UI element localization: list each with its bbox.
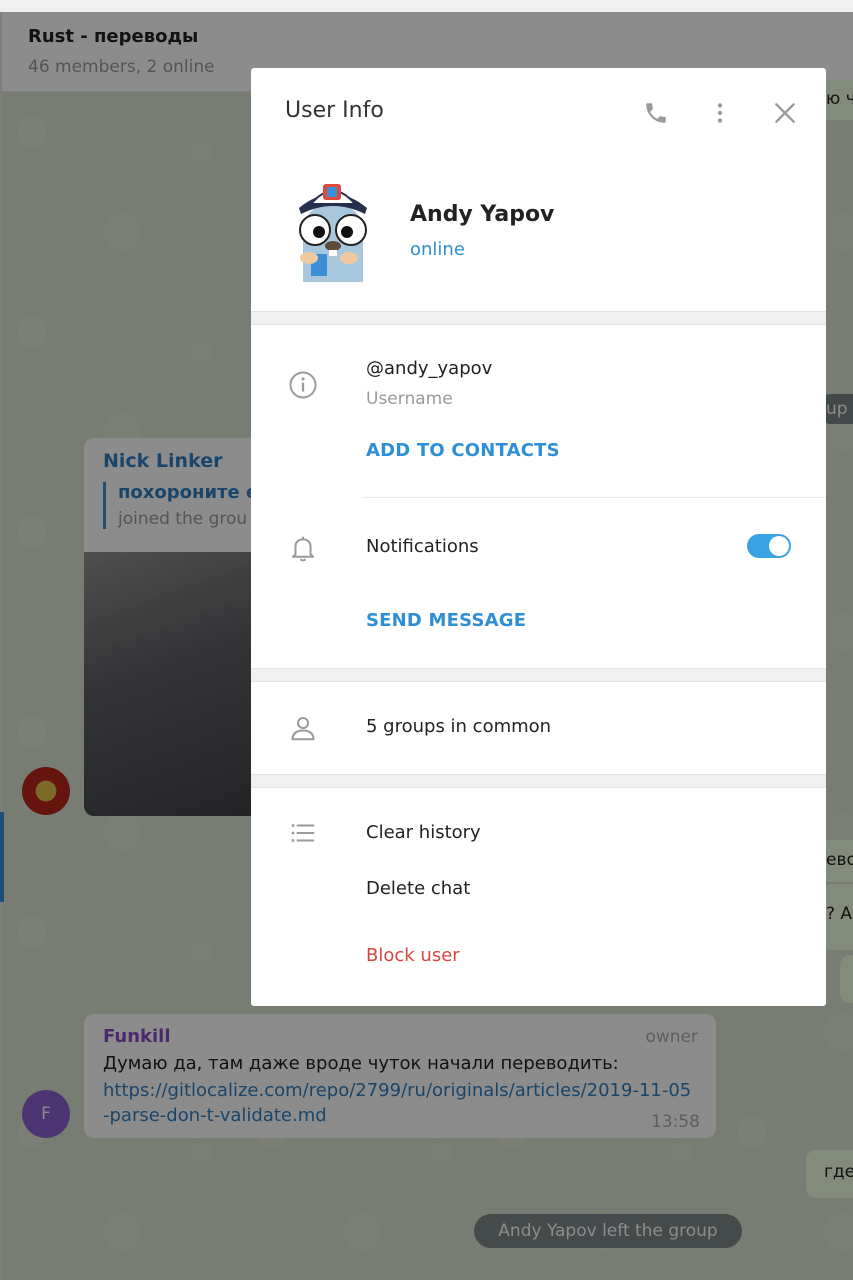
phone-icon[interactable]	[641, 98, 671, 128]
bell-icon	[287, 532, 319, 564]
username-value[interactable]: @andy_yapov	[366, 358, 492, 379]
more-vertical-icon[interactable]	[705, 98, 735, 128]
username-label: Username	[366, 389, 453, 409]
info-icon	[287, 369, 319, 401]
section-divider	[251, 311, 826, 325]
close-icon[interactable]	[770, 98, 800, 128]
section-divider	[251, 668, 826, 682]
row-divider	[363, 497, 826, 498]
window-top-strip	[0, 0, 853, 12]
list-icon	[287, 817, 319, 849]
send-message-button[interactable]: SEND MESSAGE	[366, 610, 526, 631]
groups-in-common-item[interactable]: 5 groups in common	[366, 716, 551, 737]
notifications-toggle[interactable]	[747, 534, 791, 558]
dialog-title: User Info	[285, 98, 384, 123]
notifications-label: Notifications	[366, 536, 479, 557]
user-info-dialog: User Info Andy Yapov online @andy_yapov …	[251, 68, 826, 1006]
user-status: online	[410, 239, 465, 260]
person-icon	[287, 712, 319, 744]
profile-avatar[interactable]	[285, 174, 381, 284]
clear-history-button[interactable]: Clear history	[366, 822, 481, 843]
section-divider	[251, 774, 826, 788]
block-user-button[interactable]: Block user	[366, 945, 460, 966]
add-to-contacts-button[interactable]: ADD TO CONTACTS	[366, 440, 560, 461]
user-name: Andy Yapov	[410, 202, 555, 227]
delete-chat-button[interactable]: Delete chat	[366, 878, 470, 899]
toggle-knob	[769, 536, 789, 556]
